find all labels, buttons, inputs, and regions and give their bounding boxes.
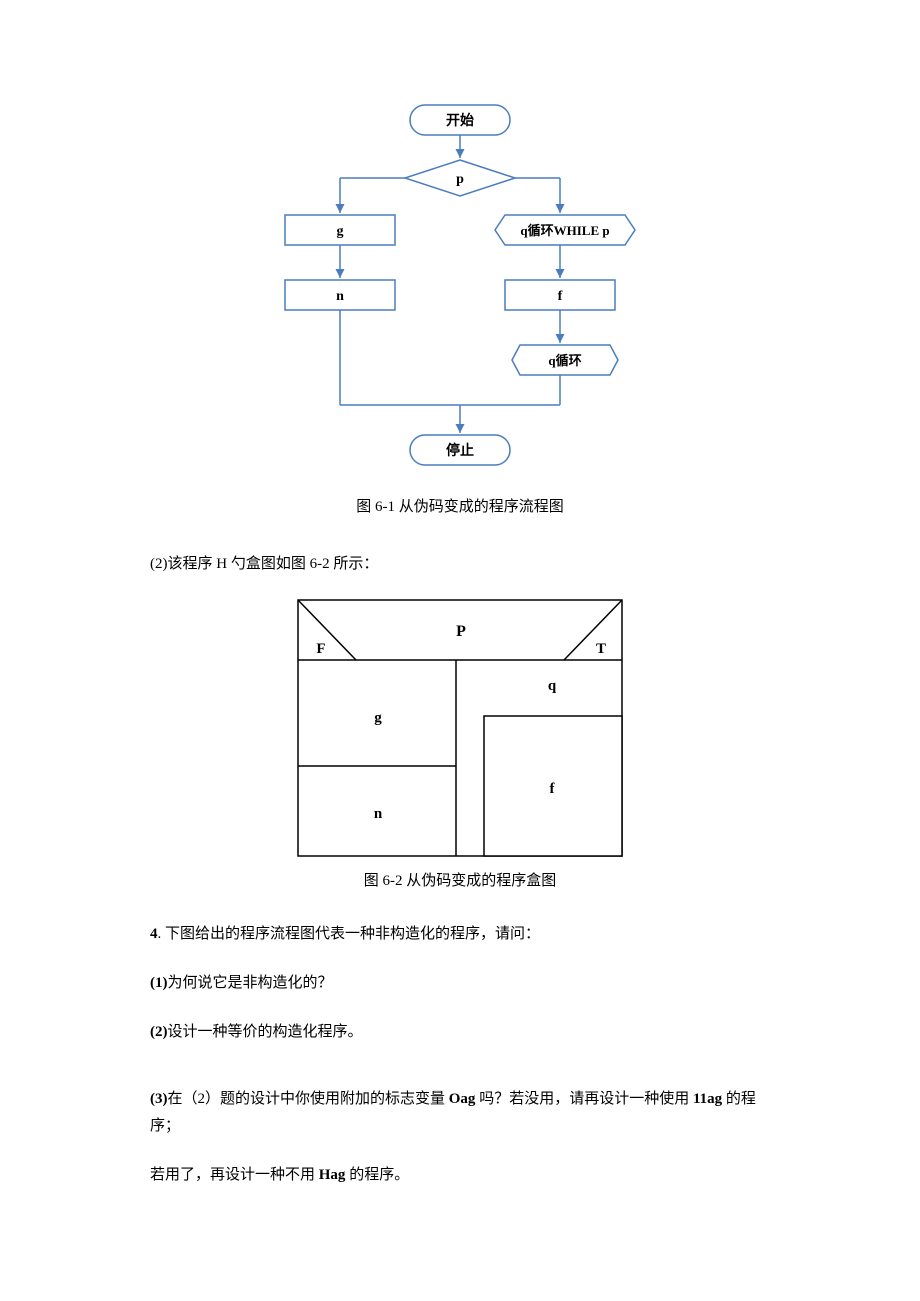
sub3-b: 吗？若没用，请再设计一种使用 [475,1091,693,1107]
sub4-a: 若用了，再设计一种不用 [150,1167,319,1183]
sub1-text: 为何说它是非构造化的？ [168,975,333,991]
flow-start: 开始 [446,112,474,129]
flowchart-caption: 图 6-1 从伪码变成的程序流程图 [150,494,770,521]
ns-q: q [548,678,557,694]
flow-loop-tail: q循环 [548,353,581,368]
flow-f: f [558,289,563,304]
sub1-prefix: (1) [150,975,168,991]
question-4: 4. 下图给出的程序流程图代表一种非构造化的程序，请问： [150,921,770,948]
flow-loop-head: q循环WHILE p [520,223,609,238]
question-sub-1: (1)为何说它是非构造化的？ [150,970,770,997]
ns-F: F [316,641,325,657]
sub3-11ag: 11ag [693,1091,722,1107]
sub3-prefix: (3) [150,1091,168,1107]
flow-stop: 停止 [446,442,474,459]
ns-T: T [596,641,606,657]
ns-n: n [374,806,383,822]
sub3-oag: Oag [449,1091,476,1107]
flow-decision: p [456,172,464,187]
ns-g: g [374,710,382,726]
question-4-body: . 下图给出的程序流程图代表一种非构造化的程序，请问： [158,926,541,942]
flowchart-6-1: 开始 p g q循环WHILE p n f q循环 停止 [260,100,660,480]
question-sub-2: (2)设计一种等价的构造化程序。 [150,1019,770,1046]
sub2-prefix: (2) [150,1024,168,1040]
flow-g: g [337,224,344,239]
question-sub-3: (3)在（2）题的设计中你使用附加的标志变量 Oag 吗？若没用，请再设计一种使… [150,1086,770,1140]
question-4-num: 4 [150,926,158,942]
ns-P: P [456,623,466,640]
sub4-b: 的程序。 [345,1167,409,1183]
sub3-a: 在（2）题的设计中你使用附加的标志变量 [168,1091,449,1107]
paragraph-1: (2)该程序 H 勺盒图如图 6-2 所示： [150,551,770,578]
flow-n: n [336,289,344,304]
sub2-text: 设计一种等价的构造化程序。 [168,1024,363,1040]
ns-caption: 图 6-2 从伪码变成的程序盒图 [150,868,770,895]
ns-diagram-6-2: P F T g n q f [296,598,624,858]
question-sub-4: 若用了，再设计一种不用 Hag 的程序。 [150,1162,770,1189]
sub4-hag: Hag [319,1167,346,1183]
